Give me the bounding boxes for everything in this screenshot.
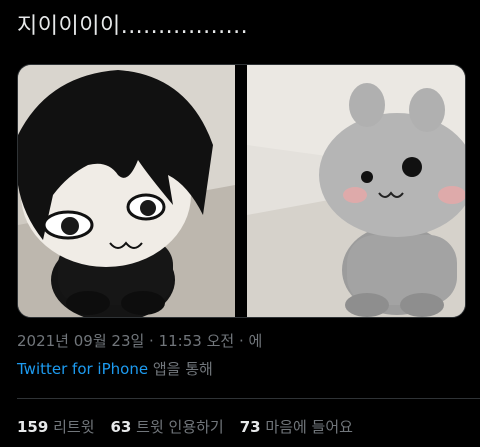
stats-divider bbox=[17, 398, 480, 399]
media-photo-2[interactable] bbox=[247, 65, 465, 317]
tweet-media-grid bbox=[17, 64, 466, 318]
like-count-label: 마음에 들어요 bbox=[265, 418, 353, 436]
gray-plush-doll-photo-icon bbox=[247, 65, 465, 317]
source-app-link[interactable]: Twitter for iPhone bbox=[17, 360, 148, 378]
tweet-stats: 159 리트윗 63 트윗 인용하기 73 마음에 들어요 bbox=[17, 416, 353, 437]
media-gap bbox=[235, 65, 247, 317]
tweet-text: 지이이이이................. bbox=[17, 14, 249, 39]
like-count[interactable]: 73 마음에 들어요 bbox=[240, 416, 353, 437]
media-photo-1[interactable] bbox=[18, 65, 235, 317]
quote-count-value: 63 bbox=[110, 418, 132, 436]
retweet-count-label: 리트윗 bbox=[53, 418, 95, 436]
black-plush-doll-photo-icon bbox=[18, 65, 235, 317]
tweet-timestamp: 2021년 09월 23일 · 11:53 오전 · 에 bbox=[17, 332, 263, 350]
retweet-count[interactable]: 159 리트윗 bbox=[17, 416, 95, 437]
tweet-source: Twitter for iPhone 앱을 통해 bbox=[17, 358, 213, 379]
like-count-value: 73 bbox=[239, 418, 261, 436]
source-suffix: 앱을 통해 bbox=[152, 360, 213, 378]
retweet-count-value: 159 bbox=[17, 418, 49, 436]
quote-count[interactable]: 63 트윗 인용하기 bbox=[111, 416, 224, 437]
quote-count-label: 트윗 인용하기 bbox=[136, 418, 224, 436]
